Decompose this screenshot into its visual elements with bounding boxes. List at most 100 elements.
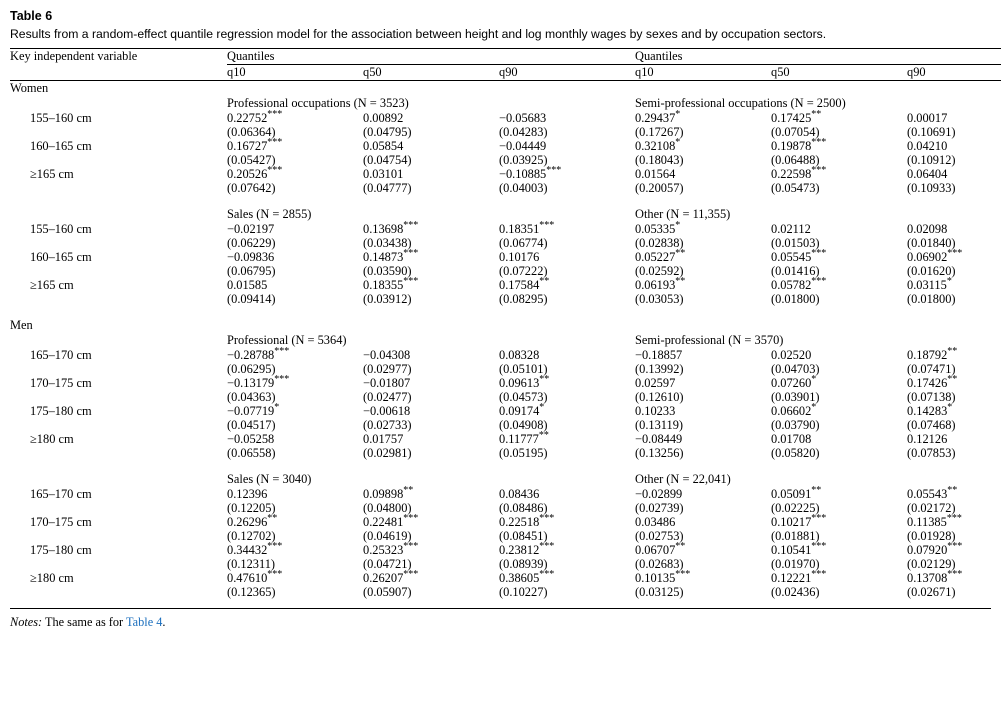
coefficient-left-q50: 0.26207***: [363, 568, 419, 585]
significance-stars: ***: [947, 540, 963, 552]
standard-error-left-q50: (0.04777): [363, 181, 412, 195]
standard-error-left-q10: (0.06364): [227, 125, 276, 139]
coefficient-left-q10: 0.16727***: [227, 136, 283, 153]
coefficient-left-q90: 0.22518***: [499, 512, 555, 529]
standard-error-right-q90: (0.01620): [907, 264, 956, 278]
standard-error-left-q90: (0.05195): [499, 446, 548, 460]
col-head-left-q90: q90: [499, 65, 518, 79]
row-label: 160–165 cm: [30, 139, 92, 153]
standard-error-left-q50: (0.04795): [363, 125, 412, 139]
standard-error-right-q50: (0.06488): [771, 153, 820, 167]
row-label: 165–170 cm: [30, 348, 92, 362]
standard-error-left-q10: (0.06795): [227, 264, 276, 278]
significance-stars: **: [539, 373, 550, 385]
standard-error-right-q50: (0.03901): [771, 390, 820, 404]
standard-error-left-q50: (0.02981): [363, 446, 412, 460]
significance-stars: *: [811, 401, 817, 413]
coefficient-left-q50: 0.09898**: [363, 484, 414, 501]
significance-stars: ***: [811, 568, 827, 580]
table-row: 160–165 cm −0.09836 0.14873*** 0.10176 0.052…: [10, 248, 1001, 264]
significance-stars: ***: [274, 373, 290, 385]
table-body: Key independent variable Quantiles Quant…: [10, 48, 1001, 607]
standard-error-left-q10: (0.12311): [227, 557, 276, 571]
table-row: ≥165 cm 0.20526*** 0.03101 −0.10885*** 0.015…: [10, 164, 1001, 181]
coefficient-left-q10: −0.09836: [227, 250, 275, 264]
significance-stars: ***: [539, 512, 555, 524]
standard-error-right-q50: (0.04703): [771, 362, 820, 376]
sector-blank-label: [10, 333, 227, 348]
standard-error-left-q90: (0.08486): [499, 501, 548, 515]
standard-error-row: (0.04363) (0.02477) (0.04573) (0.12610) (0.0…: [10, 390, 1001, 404]
significance-stars: **: [539, 275, 550, 287]
coefficient-left-q90: 0.08436: [499, 487, 540, 501]
standard-error-row: (0.12311) (0.04721) (0.08939) (0.02683) (0.0…: [10, 557, 1001, 571]
standard-error-left-q10: (0.12702): [227, 529, 276, 543]
se-blank-label: [10, 418, 227, 432]
coefficient-right-q10: 0.32108*: [635, 136, 681, 153]
standard-error-right-q10: (0.18043): [635, 153, 684, 167]
group-name: Men: [10, 318, 33, 332]
standard-error-left-q10: (0.12365): [227, 585, 276, 599]
standard-error-left-q10: (0.07642): [227, 181, 276, 195]
coefficient-right-q50: 0.19878***: [771, 136, 827, 153]
coefficient-right-q10: 0.05335*: [635, 219, 681, 236]
sector-blank-label: [10, 207, 227, 222]
standard-error-right-q50: (0.05473): [771, 181, 820, 195]
standard-error-right-q90: (0.07468): [907, 418, 956, 432]
group-header-filler: [227, 81, 1001, 97]
standard-error-left-q10: (0.06558): [227, 446, 276, 460]
standard-error-right-q90: (0.10912): [907, 153, 956, 167]
standard-error-row: (0.09414) (0.03912) (0.08295) (0.03053) (0.0…: [10, 292, 1001, 306]
coefficient-left-q10: −0.07719*: [227, 401, 280, 418]
standard-error-left-q10: (0.04517): [227, 418, 276, 432]
standard-error-right-q90: (0.10691): [907, 125, 956, 139]
coefficient-left-q10: 0.01585: [227, 278, 268, 292]
coefficient-right-q10: −0.08449: [635, 432, 683, 446]
row-label: 160–165 cm: [30, 250, 92, 264]
coefficient-left-q90: −0.04449: [499, 139, 547, 153]
row-label: 170–175 cm: [30, 376, 92, 390]
se-blank-label: [10, 181, 227, 195]
coefficient-left-q50: −0.01807: [363, 376, 411, 390]
row-label: 175–180 cm: [30, 404, 92, 418]
coefficient-right-q50: 0.02520: [771, 348, 812, 362]
standard-error-left-q50: (0.03590): [363, 264, 412, 278]
standard-error-right-q10: (0.13119): [635, 418, 684, 432]
standard-error-right-q10: (0.02592): [635, 264, 684, 278]
coefficient-right-q90: 0.02098: [907, 222, 948, 236]
coefficient-left-q10: 0.47610***: [227, 568, 283, 585]
notes-table-link[interactable]: Table 4: [126, 615, 162, 629]
coefficient-right-q50: 0.05091**: [771, 484, 822, 501]
standard-error-right-q90: (0.07853): [907, 446, 956, 460]
significance-stars: ***: [811, 136, 827, 148]
coefficient-left-q10: 0.20526***: [227, 164, 283, 181]
significance-stars: **: [538, 429, 549, 441]
row-label: 155–160 cm: [30, 222, 92, 236]
coefficient-left-q90: 0.11777**: [499, 429, 549, 446]
significance-stars: ***: [403, 540, 419, 552]
standard-error-left-q90: (0.08295): [499, 292, 548, 306]
standard-error-left-q10: (0.09414): [227, 292, 276, 306]
standard-error-right-q10: (0.02753): [635, 529, 684, 543]
row-label: ≥180 cm: [30, 571, 74, 585]
significance-stars: ***: [403, 275, 419, 287]
standard-error-left-q90: (0.08939): [499, 557, 548, 571]
standard-error-left-q50: (0.04800): [363, 501, 412, 515]
table-page: Table 6 Results from a random-effect qua…: [0, 0, 1001, 726]
sector-blank-label: [10, 472, 227, 487]
coefficient-left-q50: 0.01757: [363, 432, 404, 446]
standard-error-left-q50: (0.03438): [363, 236, 412, 250]
standard-error-right-q50: (0.05820): [771, 446, 820, 460]
coefficient-left-q50: 0.05854: [363, 139, 404, 153]
standard-error-right-q10: (0.12610): [635, 390, 684, 404]
sector-title-right: Other (N = 11,355): [635, 207, 731, 221]
standard-error-left-q50: (0.04619): [363, 529, 412, 543]
coefficient-left-q50: 0.13698***: [363, 219, 419, 236]
coefficient-left-q50: −0.04308: [363, 348, 411, 362]
significance-stars: **: [267, 512, 278, 524]
standard-error-right-q10: (0.17267): [635, 125, 684, 139]
significance-stars: ***: [546, 164, 562, 176]
coefficient-right-q90: 0.07920***: [907, 540, 963, 557]
significance-stars: ***: [811, 540, 827, 552]
standard-error-left-q50: (0.04754): [363, 153, 412, 167]
